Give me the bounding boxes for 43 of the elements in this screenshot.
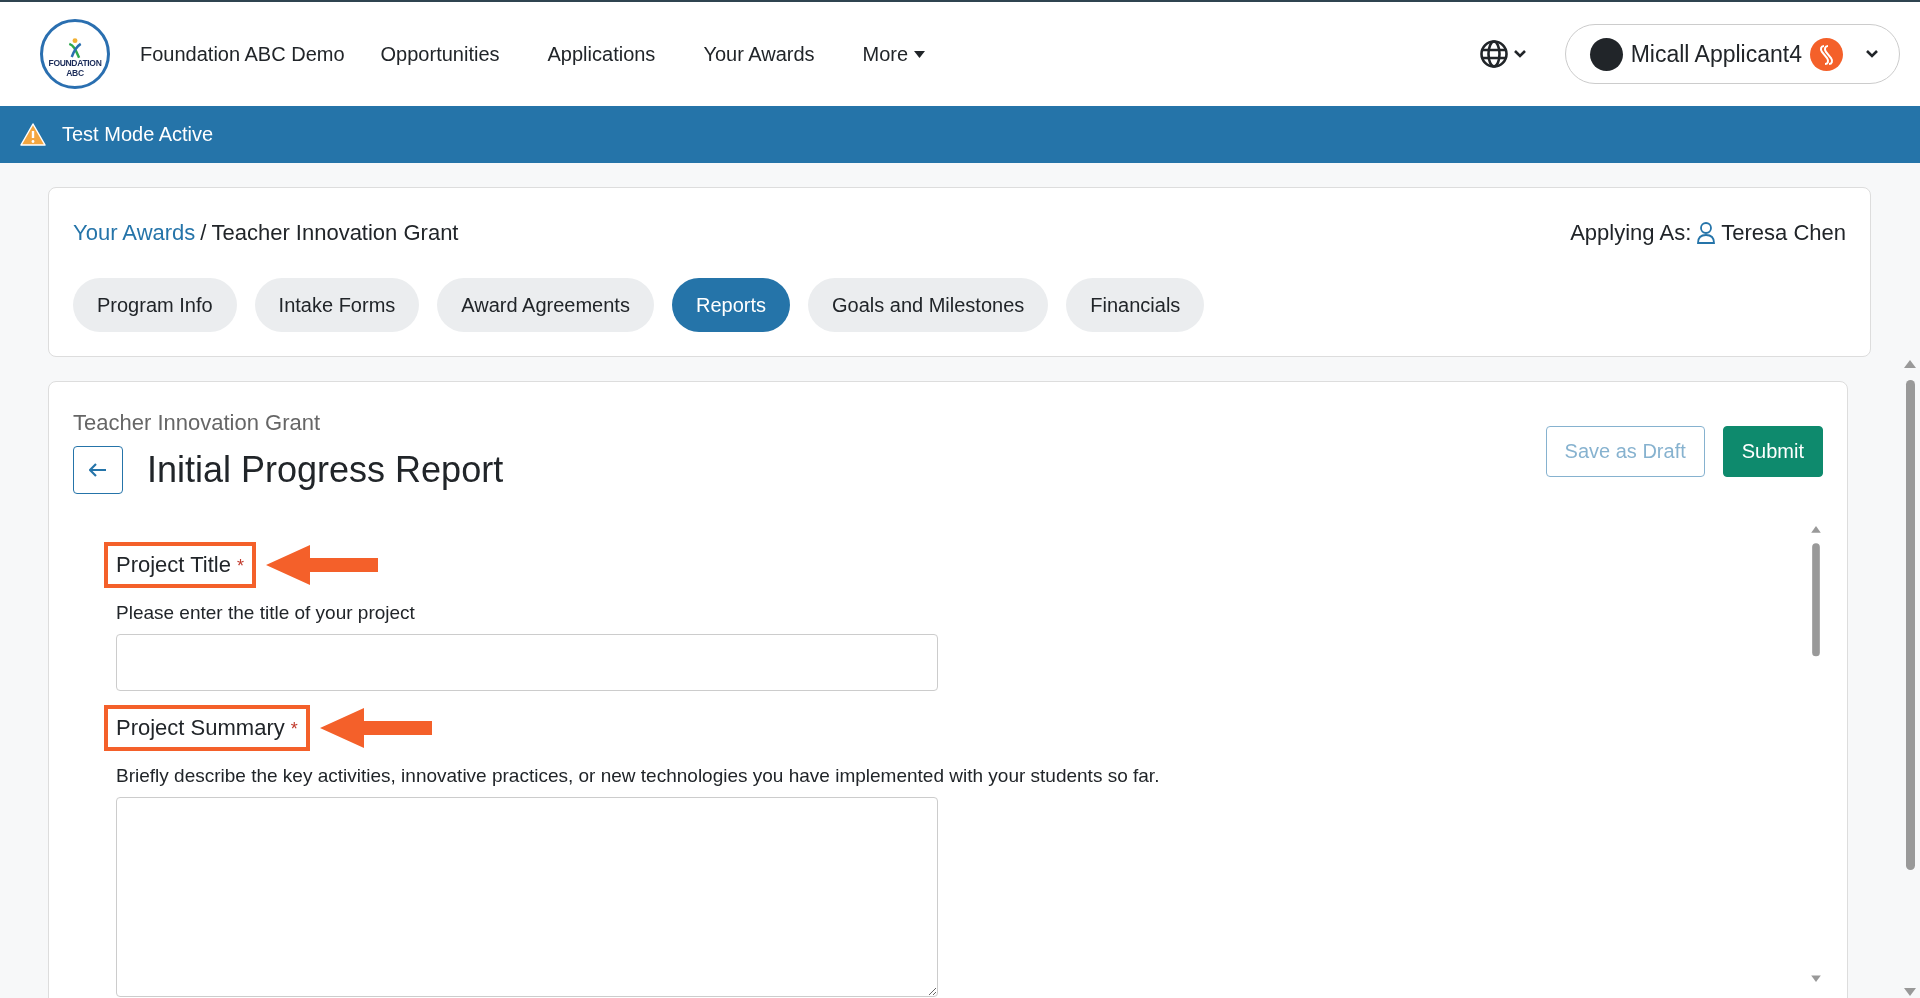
foundation-logo[interactable]: FOUNDATION ABC [40, 19, 110, 89]
help-text: Briefly describe the key activities, innovative practices, or new technologies you have implemented with your students so far. [116, 765, 1161, 787]
nav-link[interactable]: Opportunities [380, 42, 500, 66]
breadcrumb-separator: / [200, 220, 207, 246]
tab[interactable]: Award Agreements [437, 278, 654, 332]
scrollbar[interactable] [1809, 524, 1823, 984]
link-badge-icon [1810, 37, 1843, 71]
field-label: Project Summary [116, 715, 285, 740]
required-mark: * [236, 556, 244, 576]
required-mark: * [290, 719, 298, 739]
tab[interactable]: Reports [671, 278, 790, 332]
form-title: Initial Progress Report [147, 449, 504, 491]
back-arrow-icon [89, 463, 107, 477]
help-text: Please enter the title of your project [116, 602, 416, 624]
back-button[interactable] [73, 446, 123, 494]
applicant-name: Teresa Chen [1721, 220, 1846, 246]
breadcrumb-link[interactable]: Your Awards [73, 220, 196, 246]
warning-icon [20, 123, 46, 146]
summary-field[interactable] [116, 797, 938, 997]
title-field[interactable] [116, 634, 938, 691]
caret-icon [914, 50, 926, 58]
field-label: Project Title [116, 552, 231, 577]
figure-drawing [66, 37, 84, 60]
globe-icon[interactable] [1478, 39, 1509, 69]
chevron-down-icon [1512, 49, 1527, 59]
avatar-icon [1589, 37, 1623, 71]
more-menu[interactable]: More [862, 42, 926, 66]
form-subtitle: Teacher Innovation Grant [73, 410, 322, 436]
banner-text: Test Mode Active [62, 123, 214, 146]
breadcrumb-current: Teacher Innovation Grant [211, 220, 459, 246]
tab[interactable]: Intake Forms [254, 278, 420, 332]
tab[interactable]: Financials [1066, 278, 1205, 332]
tab[interactable]: Program Info [73, 278, 237, 332]
submit-button[interactable]: Submit [1722, 426, 1823, 477]
applying-as-label: Applying As: [1570, 220, 1692, 246]
person-icon [1697, 222, 1716, 244]
tab[interactable]: Goals and Milestones [807, 278, 1049, 332]
logo-text: FOUNDATION ABC [47, 59, 103, 78]
nav-link[interactable]: Your Awards [703, 42, 815, 66]
brand-link[interactable]: Foundation ABC Demo [140, 42, 345, 66]
user-name: Micall Applicant4 [1630, 40, 1802, 68]
nav-link[interactable]: Applications [547, 42, 656, 66]
chevron-down-icon [1865, 49, 1879, 59]
